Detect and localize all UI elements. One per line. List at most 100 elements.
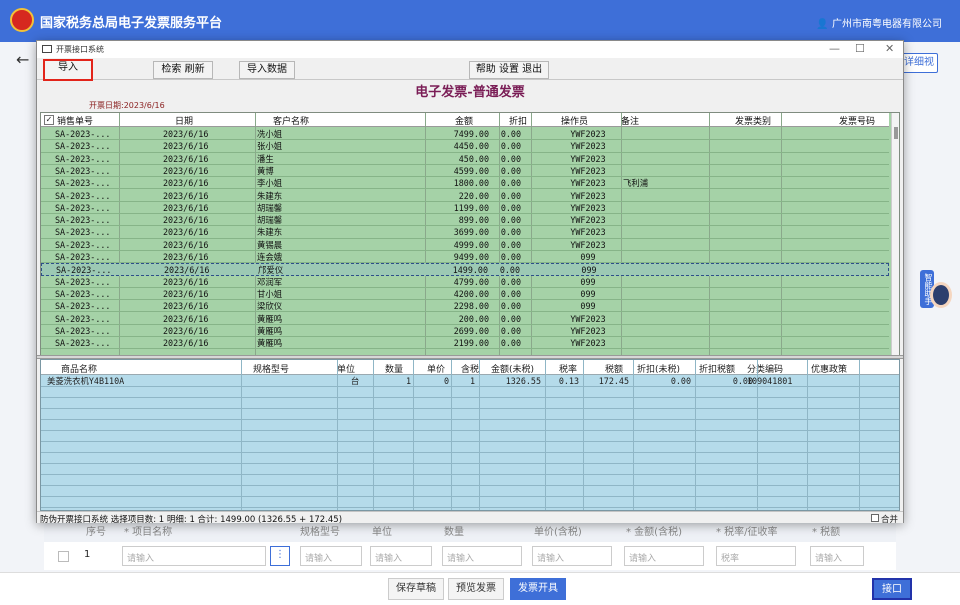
item-name-input[interactable]: 请输入 — [122, 546, 266, 566]
detail-column-header[interactable]: 税率 — [559, 362, 577, 375]
detail-row[interactable] — [41, 420, 899, 431]
sales-row[interactable]: SA-2023-... 2023/6/16 黄锡晨 4999.00 0.00 YWF202… — [41, 239, 889, 251]
status-summary: 防伪开票接口系统 选择项目数: 1 明细: 1 合计: 1499.00 (132… — [40, 515, 343, 525]
detail-row[interactable] — [41, 453, 899, 464]
preview-invoice-button[interactable]: 预览发票 — [448, 578, 504, 600]
save-draft-button[interactable]: 保存草稿 — [388, 578, 444, 600]
sales-cell: YWF2023 — [570, 165, 606, 176]
unit-input[interactable]: 请输入 — [370, 546, 432, 566]
import-button[interactable]: 导入 — [43, 59, 93, 81]
scrollbar-thumb[interactable] — [894, 127, 898, 139]
detail-row[interactable] — [41, 497, 899, 508]
sales-row[interactable]: SA-2023-... 2023/6/16 张小姐 4450.00 0.00 YWF202… — [41, 140, 889, 153]
detail-column-header[interactable]: 分类编码 — [747, 362, 783, 375]
tax-amount-input[interactable]: 请输入 — [810, 546, 864, 566]
detail-row[interactable] — [41, 486, 899, 497]
detail-row[interactable] — [41, 409, 899, 420]
sales-row[interactable]: SA-2023-... 2023/6/16 邝爱仪 1499.00 0.00 099 — [41, 263, 889, 276]
sales-row[interactable]: SA-2023-... 2023/6/16 潘生 450.00 0.00 YWF2023 — [41, 153, 889, 165]
sales-cell: 连会娥 — [257, 252, 283, 262]
sales-cell: YWF2023 — [570, 129, 606, 139]
sales-column-header[interactable]: 备注 — [621, 114, 639, 127]
sales-row[interactable]: SA-2023-... 2023/6/16 朱建东 220.00 0.00 YWF2023 — [41, 190, 889, 202]
sales-row[interactable]: SA-2023-... 2023/6/16 黄雁鸣 200.00 0.00 YWF2023 — [41, 313, 889, 325]
sales-row[interactable]: SA-2023-... 2023/6/16 冼小姐 7499.00 0.00 YWF202… — [41, 128, 889, 141]
detail-column-header[interactable]: 单位 — [337, 362, 355, 375]
back-arrow-icon[interactable]: ← — [16, 50, 29, 69]
sales-cell: 0.00 — [500, 190, 521, 201]
sales-row[interactable]: SA-2023-... 2023/6/16 李小姐 1800.00 0.00 YWF202… — [41, 177, 889, 190]
detail-row[interactable]: 美菱洗衣机Y4B110A 台 1 0 1 1326.55 0.13 172.45 0.00 0.0… — [41, 376, 899, 387]
detail-column-header[interactable]: 商品名称 — [61, 362, 97, 375]
search-refresh-button[interactable]: 检索 刷新 — [153, 61, 213, 79]
detail-row[interactable] — [41, 431, 899, 442]
interface-button[interactable]: 接口 — [872, 578, 912, 600]
minimize-icon[interactable]: — — [829, 42, 840, 55]
detail-row[interactable] — [41, 398, 899, 409]
sales-cell: SA-2023-... — [55, 227, 111, 238]
detail-grid[interactable]: 商品名称 规格型号 单位 数量 单价 含税 金额(未税) 税率 税额 折扣(未税) 折扣税额 分类编码… — [40, 359, 900, 511]
select-all-checkbox[interactable]: ✓ — [44, 115, 54, 125]
sales-row[interactable]: SA-2023-... 2023/6/16 梁欣仪 2298.00 0.00 099 — [41, 300, 889, 313]
sales-column-header[interactable]: 折扣 — [509, 114, 527, 127]
sales-row[interactable]: SA-2023-... 2023/6/16 连会娥 9499.00 0.00 099 — [41, 251, 889, 264]
sales-grid[interactable]: ✓ 销售单号 日期 客户名称 金额 折扣 操作员 备注 发票类别 发票号码 SA-2023-..… — [40, 112, 900, 396]
maximize-icon[interactable]: ☐ — [855, 42, 865, 55]
sales-row[interactable]: SA-2023-... 2023/6/16 甘小姐 4200.00 0.00 099 — [41, 288, 889, 301]
detail-column-header[interactable]: 含税 — [461, 362, 479, 375]
item-picker-button[interactable]: ⋮ — [270, 546, 290, 566]
sales-row[interactable]: SA-2023-... 2023/6/16 黄雁鸣 2699.00 0.00 YWF202… — [41, 325, 889, 338]
sales-cell: 李小姐 — [257, 178, 283, 189]
row-checkbox[interactable] — [58, 551, 69, 562]
detail-column-header[interactable]: 折扣税额 — [699, 362, 735, 375]
sales-column-header[interactable]: 销售单号 — [57, 114, 93, 127]
sales-column-header[interactable]: 客户名称 — [273, 114, 309, 127]
help-settings-exit-button[interactable]: 帮助 设置 退出 — [469, 61, 549, 79]
sales-cell: SA-2023-... — [55, 288, 111, 299]
sales-column-header[interactable]: 发票号码 — [839, 114, 875, 127]
platform-title: 国家税务总局电子发票服务平台 — [40, 16, 223, 31]
detail-column-header[interactable]: 金额(未税) — [491, 362, 534, 375]
sales-column-header[interactable]: 发票类别 — [735, 114, 771, 127]
detail-column-header[interactable]: 折扣(未税) — [637, 362, 680, 375]
tax-rate-select[interactable]: 税率 — [716, 546, 796, 566]
sales-cell: YWF2023 — [570, 227, 606, 238]
sales-cell: 朱建东 — [257, 227, 283, 238]
detail-row[interactable] — [41, 387, 899, 398]
sales-cell: 2023/6/16 — [163, 141, 209, 152]
detail-column-header[interactable]: 优惠政策 — [811, 362, 847, 375]
close-icon[interactable]: ✕ — [885, 42, 894, 55]
quantity-input[interactable]: 请输入 — [442, 546, 522, 566]
sales-column-header[interactable]: 操作员 — [561, 114, 588, 127]
merge-checkbox[interactable] — [871, 514, 879, 522]
sales-row[interactable]: SA-2023-... 2023/6/16 胡瑞馨 899.00 0.00 YWF2023 — [41, 214, 889, 227]
unit-price-input[interactable]: 请输入 — [532, 546, 612, 566]
detail-view-button[interactable]: 详细视图 — [900, 53, 938, 73]
detail-row[interactable] — [41, 464, 899, 475]
sales-column-header[interactable]: 金额 — [455, 114, 473, 127]
assistant-avatar-icon[interactable] — [930, 282, 952, 308]
sales-column-header[interactable]: 日期 — [175, 114, 193, 127]
detail-column-header[interactable]: 规格型号 — [253, 362, 289, 375]
detail-column-header[interactable]: 税额 — [605, 362, 623, 375]
amount-input[interactable]: 请输入 — [624, 546, 704, 566]
detail-row[interactable] — [41, 475, 899, 486]
import-data-button[interactable]: 导入数据 — [239, 61, 295, 79]
detail-column-header[interactable]: 单价 — [427, 362, 445, 375]
sales-row[interactable]: SA-2023-... 2023/6/16 胡瑞馨 1199.00 0.00 YWF202… — [41, 202, 889, 215]
sales-cell: SA-2023-... — [55, 338, 111, 349]
sales-cell: 2023/6/16 — [163, 227, 209, 238]
detail-row[interactable] — [41, 442, 899, 453]
sales-cell: 0.00 — [500, 325, 521, 336]
sales-row[interactable]: SA-2023-... 2023/6/16 邓润军 4799.00 0.00 099 — [41, 276, 889, 288]
detail-column-header[interactable]: 数量 — [385, 362, 403, 375]
user-menu[interactable]: 👤 广州市南粤电器有限公司 — [816, 15, 942, 30]
sales-grid-scrollbar[interactable] — [891, 113, 899, 395]
sales-row[interactable]: SA-2023-... 2023/6/16 朱建东 3699.00 0.00 YWF202… — [41, 226, 889, 239]
detail-cell: 1 — [405, 376, 411, 386]
spec-input[interactable]: 请输入 — [300, 546, 362, 566]
sales-row[interactable]: SA-2023-... 2023/6/16 黄雁鸣 2199.00 0.00 YWF202… — [41, 337, 889, 350]
issue-invoice-button[interactable]: 发票开具 — [510, 578, 566, 600]
sales-cell: SA-2023-... — [55, 252, 111, 262]
sales-row[interactable]: SA-2023-... 2023/6/16 黄博 4599.00 0.00 YWF2023 — [41, 165, 889, 178]
